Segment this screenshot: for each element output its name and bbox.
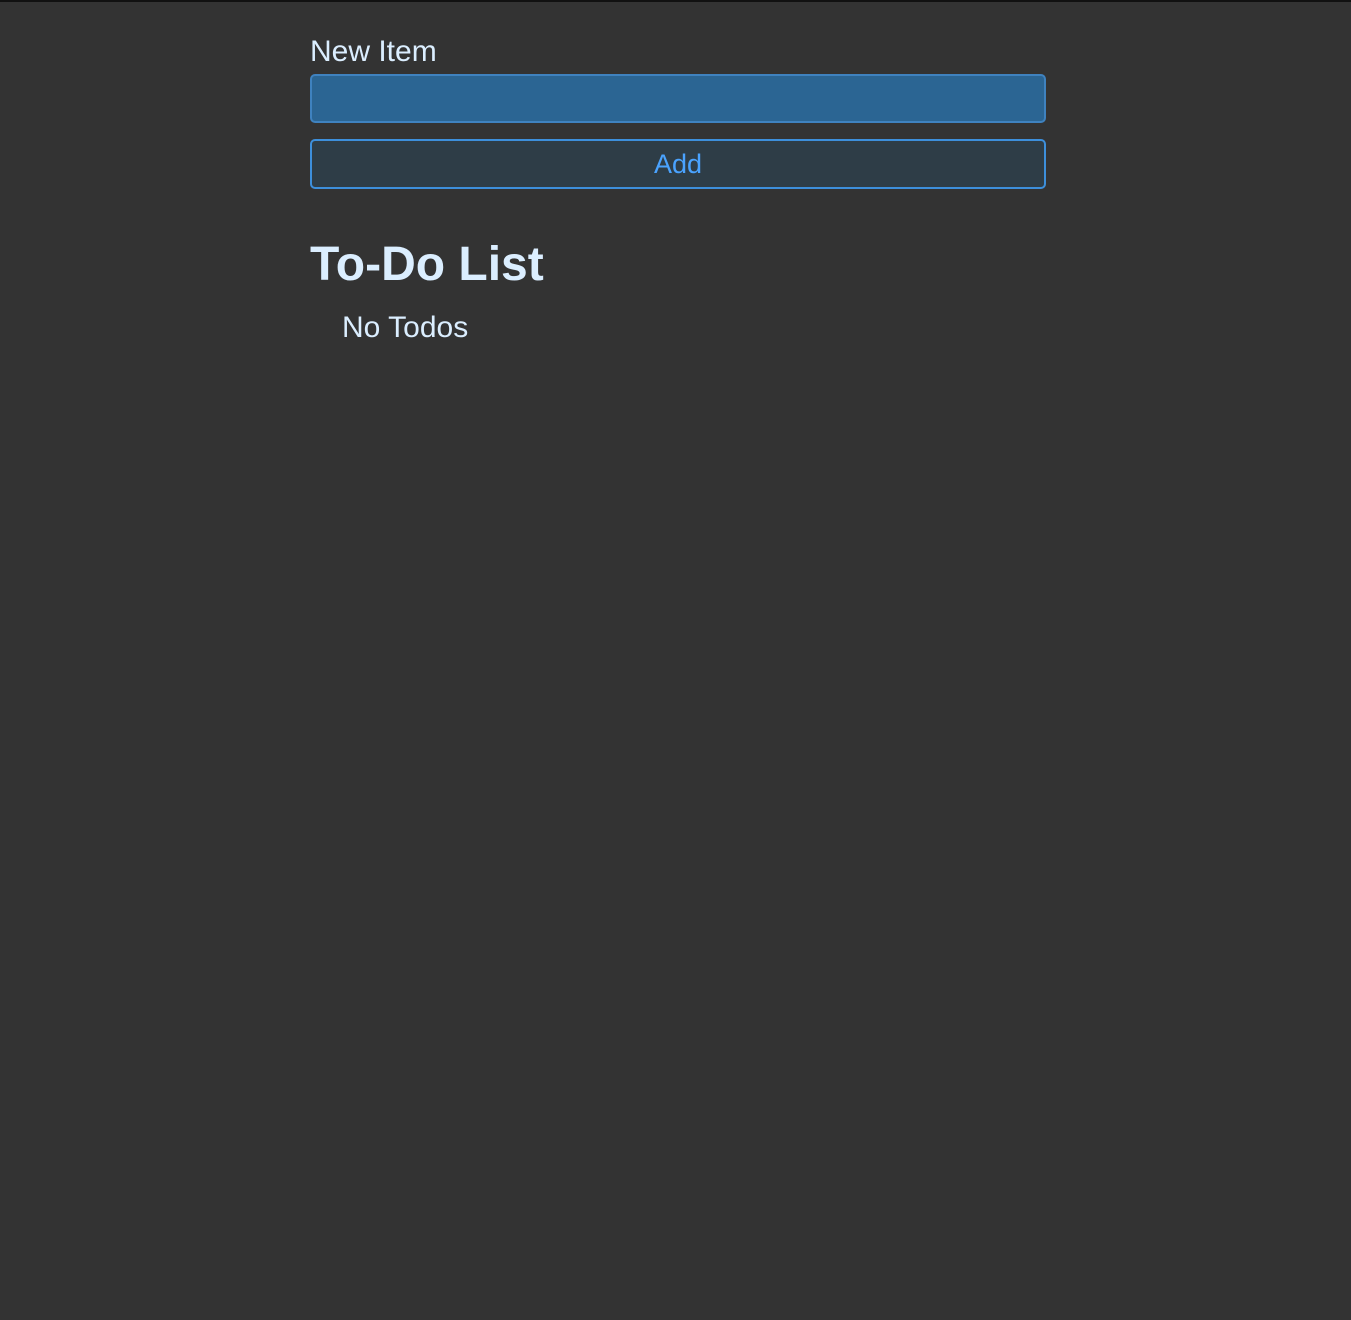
empty-list-message: No Todos [342,311,469,344]
new-item-input[interactable] [310,74,1046,123]
new-item-label: New Item [310,35,437,68]
todo-list-title: To-Do List [310,238,544,291]
todo-list: No Todos [342,309,468,347]
add-button[interactable]: Add [310,139,1046,189]
